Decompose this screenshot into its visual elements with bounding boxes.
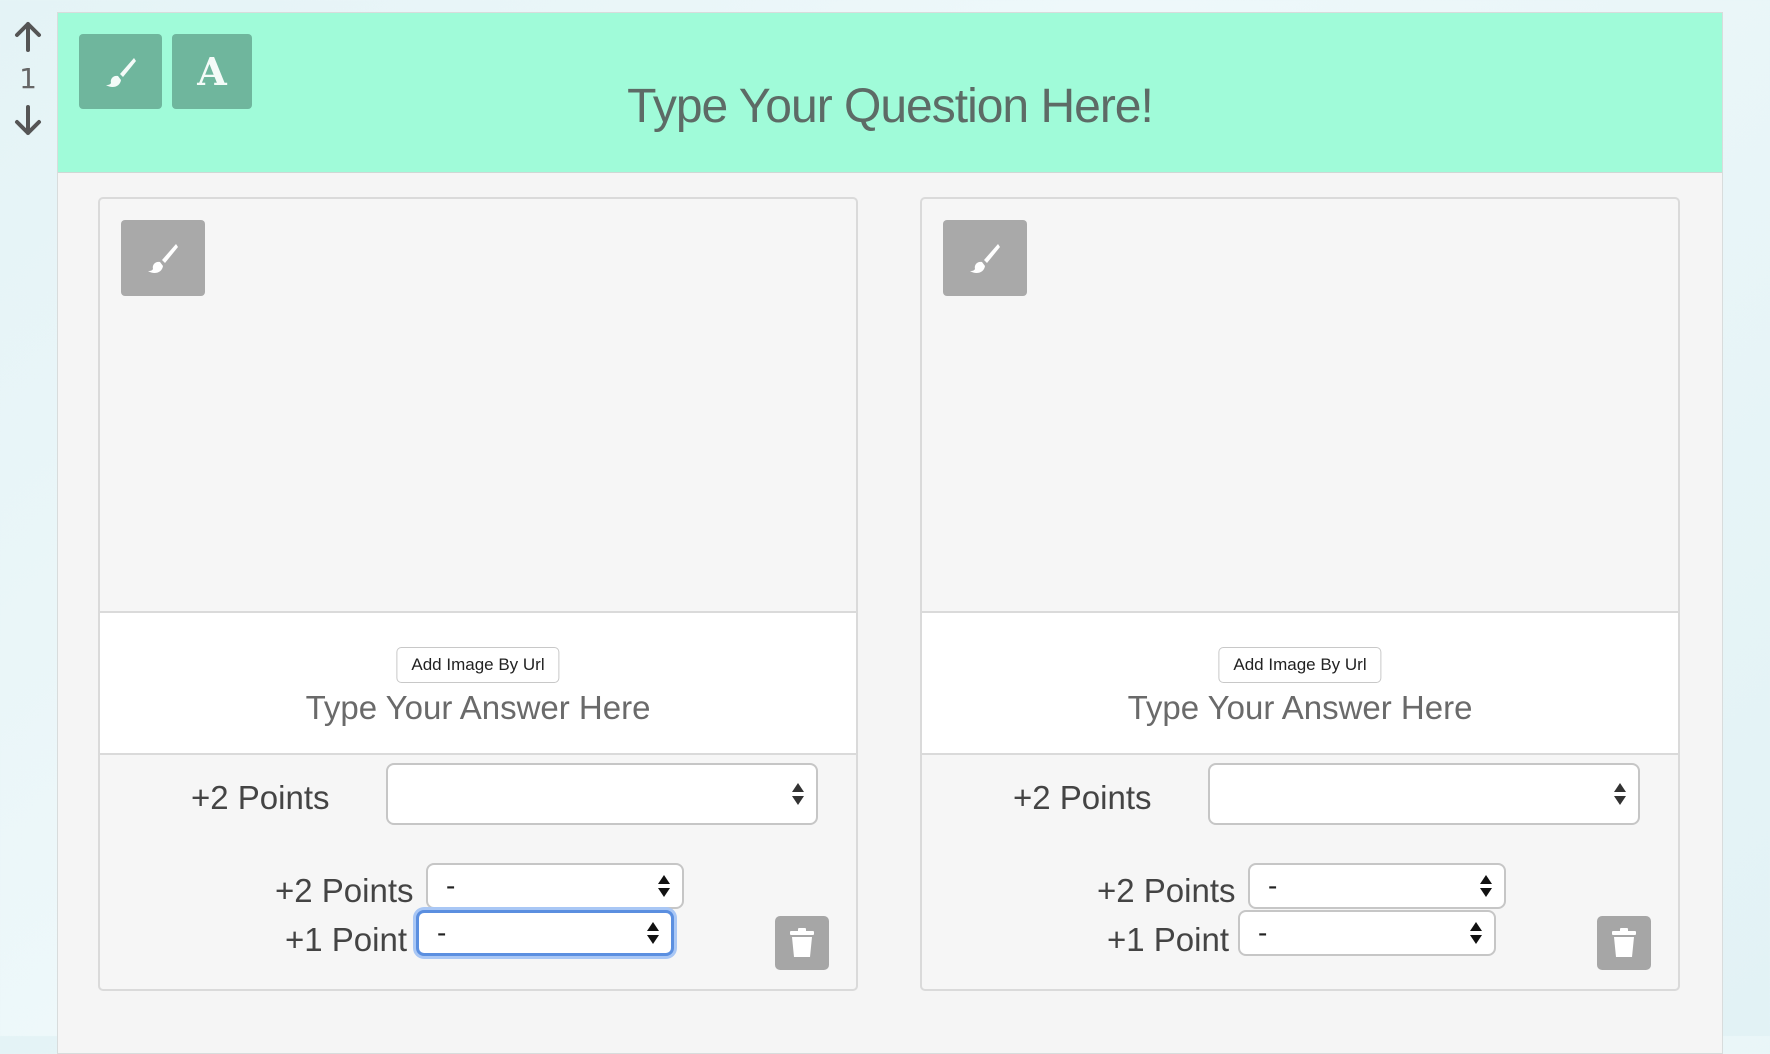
paintbrush-icon bbox=[970, 244, 1000, 274]
select-value: - bbox=[1268, 870, 1278, 901]
updown-chevron-icon bbox=[792, 783, 804, 805]
updown-chevron-icon bbox=[1470, 922, 1482, 944]
answer-text-area: Add Image By Url Type Your Answer Here bbox=[100, 611, 856, 755]
points-row-select[interactable]: - bbox=[1248, 863, 1506, 909]
main-points-select[interactable] bbox=[1208, 763, 1640, 825]
updown-chevron-icon bbox=[647, 922, 659, 944]
points-row-label: +2 Points bbox=[275, 872, 414, 909]
delete-answer-button[interactable] bbox=[1597, 916, 1651, 970]
answer-card: Add Image By Url Type Your Answer Here +… bbox=[920, 197, 1680, 991]
select-value: - bbox=[437, 917, 447, 948]
answer-paint-button[interactable] bbox=[121, 220, 205, 296]
answer-image-area bbox=[100, 199, 856, 611]
answer-text[interactable]: Type Your Answer Here bbox=[100, 689, 856, 727]
points-row-select[interactable]: - bbox=[1238, 910, 1496, 956]
trash-icon bbox=[790, 928, 814, 957]
question-card: A Type Your Question Here! Add Image By … bbox=[57, 12, 1723, 1054]
updown-chevron-icon bbox=[1614, 783, 1626, 805]
reorder-controls: 1 bbox=[6, 18, 50, 139]
select-value: - bbox=[446, 870, 456, 901]
move-down-button[interactable] bbox=[8, 103, 48, 139]
points-row-label: +1 Point bbox=[1107, 921, 1230, 958]
updown-chevron-icon bbox=[1480, 875, 1492, 897]
answer-image-area bbox=[922, 199, 1678, 611]
question-title[interactable]: Type Your Question Here! bbox=[58, 79, 1722, 134]
answer-text[interactable]: Type Your Answer Here bbox=[922, 689, 1678, 727]
move-up-button[interactable] bbox=[8, 18, 48, 54]
arrow-up-icon bbox=[15, 22, 41, 52]
main-points-label: +2 Points bbox=[1013, 779, 1152, 816]
main-points-select[interactable] bbox=[386, 763, 818, 825]
points-row-select[interactable]: - bbox=[426, 863, 684, 909]
answer-paint-button[interactable] bbox=[943, 220, 1027, 296]
main-points-label: +2 Points bbox=[191, 779, 330, 816]
question-header: A Type Your Question Here! bbox=[58, 13, 1722, 173]
answer-text-area: Add Image By Url Type Your Answer Here bbox=[922, 611, 1678, 755]
points-row-label: +2 Points bbox=[1097, 872, 1236, 909]
answer-card: Add Image By Url Type Your Answer Here +… bbox=[98, 197, 858, 991]
trash-icon bbox=[1612, 928, 1636, 957]
updown-chevron-icon bbox=[658, 875, 670, 897]
add-image-by-url-button[interactable]: Add Image By Url bbox=[396, 647, 560, 683]
question-index: 1 bbox=[19, 62, 37, 95]
delete-answer-button[interactable] bbox=[775, 916, 829, 970]
select-value: - bbox=[1258, 917, 1268, 948]
paintbrush-icon bbox=[148, 244, 178, 274]
add-image-by-url-button[interactable]: Add Image By Url bbox=[1218, 647, 1382, 683]
points-row-label: +1 Point bbox=[285, 921, 408, 958]
arrow-down-icon bbox=[15, 105, 41, 135]
points-row-select[interactable]: - bbox=[416, 910, 674, 956]
